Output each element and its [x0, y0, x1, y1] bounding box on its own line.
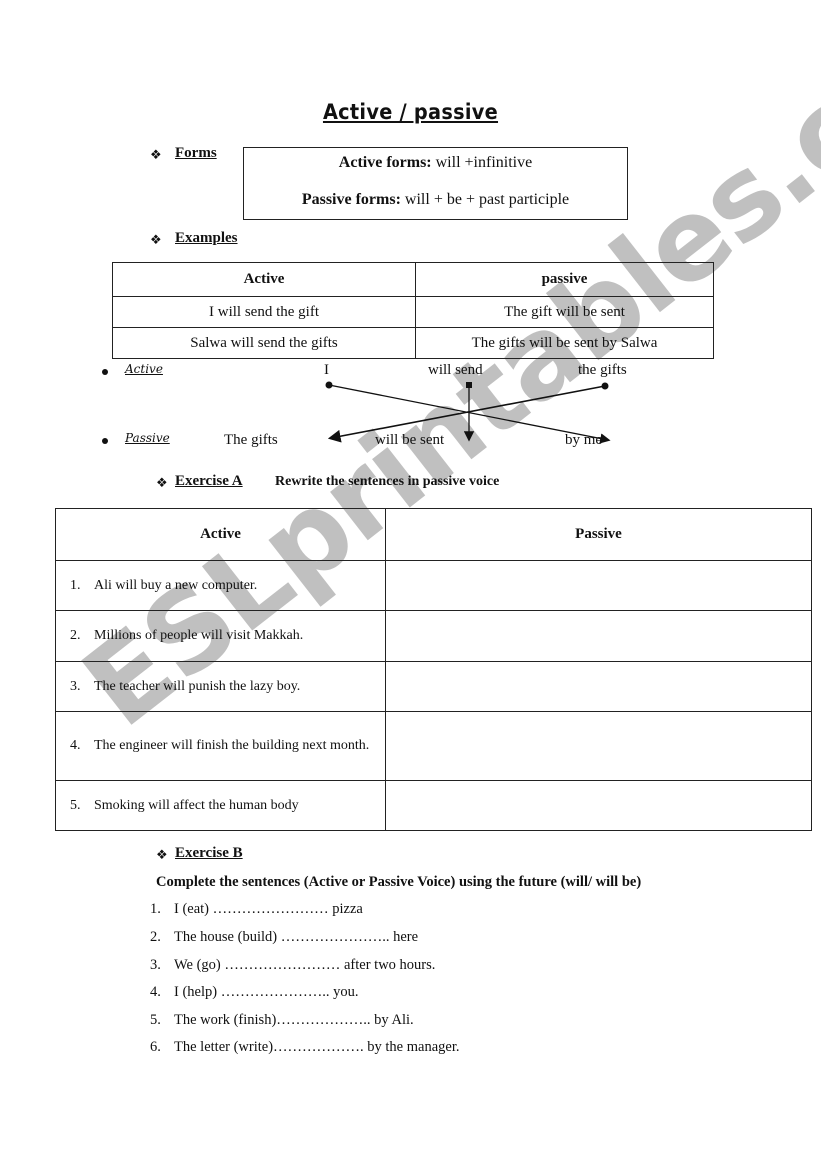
exercise-b-heading: Exercise B: [175, 845, 243, 861]
table-row: 3. The teacher will punish the lazy boy.: [55, 661, 812, 712]
item-number: 1.: [150, 901, 161, 917]
diagram-arrows: [325, 381, 611, 444]
exercise-a-header-passive: Passive: [385, 508, 812, 561]
passive-answer-cell[interactable]: [385, 780, 812, 831]
item-text: The work (finish)……………….. by Ali.: [174, 1012, 414, 1028]
item-text: The letter (write)………………. by the manager…: [174, 1039, 460, 1055]
active-sentence: Millions of people will visit Makkah.: [94, 628, 304, 643]
active-sentence-cell: 1. Ali will buy a new computer.: [55, 560, 386, 611]
list-item: 1. I (eat) …………………… pizza: [150, 901, 363, 918]
diamond-bullet-icon: ❖: [156, 847, 168, 862]
item-text: We (go) …………………… after two hours.: [174, 957, 436, 973]
active-sentence: Smoking will affect the human body: [94, 797, 299, 813]
row-number: 4.: [70, 738, 81, 753]
item-number: 4.: [150, 984, 161, 1000]
item-text: I (help) ………………….. you.: [174, 984, 359, 1000]
exercise-a-table: Active Passive 1. Ali will buy a new comp…: [55, 508, 812, 831]
item-text: I (eat) …………………… pizza: [174, 901, 363, 917]
list-item: 2. The house (build) ………………….. here: [150, 929, 418, 946]
list-item: 3. We (go) …………………… after two hours.: [150, 957, 435, 974]
exercise-a-instruction: Rewrite the sentences in passive voice: [275, 474, 500, 489]
passive-answer-cell[interactable]: [385, 711, 812, 781]
item-number: 2.: [150, 929, 161, 945]
row-number: 1.: [70, 577, 81, 593]
exercise-a-header-active: Active: [55, 508, 386, 561]
item-number: 6.: [150, 1039, 161, 1055]
item-number: 5.: [150, 1012, 161, 1028]
exercise-a-heading: Exercise A: [175, 473, 243, 489]
active-sentence: The teacher will punish the lazy boy.: [94, 678, 301, 694]
table-row: 1. Ali will buy a new computer.: [55, 560, 812, 611]
passive-answer-cell[interactable]: [385, 661, 812, 712]
table-header-row: Active Passive: [55, 508, 812, 561]
active-sentence: Ali will buy a new computer.: [94, 577, 258, 593]
table-row: 5. Smoking will affect the human body: [55, 780, 812, 831]
row-number: 2.: [70, 628, 81, 643]
item-text: The house (build) ………………….. here: [174, 929, 419, 945]
item-number: 3.: [150, 957, 161, 973]
diamond-bullet-icon: ❖: [156, 475, 168, 490]
table-row: 4. The engineer will finish the building …: [55, 711, 812, 781]
table-row: 2. Millions of people will visit Makkah.: [55, 610, 812, 662]
exercise-b-instruction: Complete the sentences (Active or Passiv…: [156, 874, 642, 890]
passive-answer-cell[interactable]: [385, 610, 812, 662]
list-item: 5. The work (finish)……………….. by Ali.: [150, 1012, 414, 1029]
active-sentence-cell: 2. Millions of people will visit Makkah.: [55, 610, 386, 662]
passive-answer-cell[interactable]: [385, 560, 812, 611]
active-sentence-cell: 4. The engineer will finish the building …: [55, 711, 386, 781]
list-item: 6. The letter (write)………………. by the manag…: [150, 1039, 459, 1056]
active-sentence: The engineer will finish the building ne…: [94, 738, 370, 753]
row-number: 5.: [70, 797, 81, 813]
active-sentence-cell: 3. The teacher will punish the lazy boy.: [55, 661, 386, 712]
list-item: 4. I (help) ………………….. you.: [150, 984, 358, 1001]
row-number: 3.: [70, 678, 81, 694]
active-sentence-cell: 5. Smoking will affect the human body: [55, 780, 386, 831]
